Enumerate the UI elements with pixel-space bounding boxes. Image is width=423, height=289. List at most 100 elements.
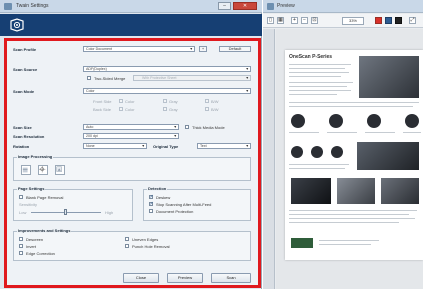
back-color-label: Color xyxy=(125,107,135,112)
front-color-label: Color xyxy=(125,99,135,104)
fit-page-icon[interactable]: ⊡ xyxy=(311,17,318,24)
front-side-label: Front Side xyxy=(93,99,112,104)
original-type-select[interactable]: Text ▼ xyxy=(197,143,251,149)
text-line xyxy=(289,168,345,169)
back-gray-checkbox[interactable] xyxy=(163,107,167,111)
preview-area: OneScan P-Series xyxy=(276,29,423,289)
text-line xyxy=(319,240,379,241)
invert-checkbox[interactable] xyxy=(19,244,23,248)
mode-value: Color xyxy=(86,89,95,93)
text-line xyxy=(289,214,409,215)
descreen-checkbox[interactable] xyxy=(19,237,23,241)
resolution-value: 200 dpi xyxy=(86,134,98,138)
thick-media-checkbox[interactable] xyxy=(185,125,189,129)
product-photo xyxy=(381,178,419,204)
back-color-checkbox[interactable] xyxy=(119,107,123,111)
thumbnail-strip[interactable] xyxy=(263,29,275,289)
text-line xyxy=(289,222,399,223)
back-gray-label: Gray xyxy=(169,107,178,112)
close-button[interactable]: Close xyxy=(123,273,159,283)
original-type-value: Text xyxy=(200,144,207,148)
zoom-level[interactable]: 33% xyxy=(342,17,364,25)
slider-high-label: High xyxy=(105,210,114,215)
preview-window: Preview ▯ ▦ + − ⊡ 33% ⤢ OneScan P-Series xyxy=(263,0,423,289)
two-sided-checkbox[interactable] xyxy=(87,76,91,80)
back-bw-checkbox[interactable] xyxy=(205,107,209,111)
add-profile-button[interactable]: + xyxy=(199,46,207,52)
settings-window: Twain Settings – ✕ Scan Profile Color Do… xyxy=(0,0,262,289)
zoom-in-icon[interactable]: + xyxy=(291,17,298,24)
zoom-out-icon[interactable]: − xyxy=(301,17,308,24)
size-select[interactable]: Auto ▼ xyxy=(83,124,179,130)
front-gray-checkbox[interactable] xyxy=(163,99,167,103)
front-gray-label: Gray xyxy=(169,99,178,104)
source-value: ADF(Duplex) xyxy=(86,67,107,71)
protective-sheet-value: With Protective Sheet xyxy=(142,76,177,80)
feature-icon xyxy=(291,114,305,128)
app-icon xyxy=(4,3,12,10)
front-bw-checkbox[interactable] xyxy=(205,99,209,103)
thumbnail-view-icon[interactable]: ▦ xyxy=(277,17,284,24)
close-window-button[interactable]: ✕ xyxy=(233,2,257,10)
edge-correction-label: Edge Correction xyxy=(26,251,55,256)
feature-icon xyxy=(331,146,343,158)
preview-document-page[interactable]: OneScan P-Series xyxy=(285,50,423,260)
blank-page-checkbox[interactable] xyxy=(19,195,23,199)
document-protection-checkbox[interactable] xyxy=(149,209,153,213)
chevron-down-icon: ▼ xyxy=(173,125,177,129)
source-select[interactable]: ADF(Duplex) ▼ xyxy=(83,66,251,72)
two-sided-label: Two-Sided Merge xyxy=(94,76,126,81)
text-line xyxy=(327,132,357,133)
rotation-select[interactable]: None ▼ xyxy=(83,143,147,149)
product-photo xyxy=(337,178,375,204)
image-filter-icon[interactable] xyxy=(55,165,65,175)
profile-select[interactable]: Color Document ▼ xyxy=(83,46,195,52)
preview-titlebar: Preview xyxy=(263,0,423,13)
deskew-checkbox[interactable] xyxy=(149,194,154,200)
settings-titlebar: Twain Settings – ✕ xyxy=(0,0,262,13)
chevron-down-icon: ▼ xyxy=(173,134,177,138)
text-line xyxy=(289,86,347,87)
uneven-edges-label: Uneven Edges xyxy=(132,237,159,242)
punch-hole-checkbox[interactable] xyxy=(125,244,129,248)
preview-window-title: Preview xyxy=(277,3,295,9)
document-title: OneScan P-Series xyxy=(289,54,333,60)
original-type-label: Original Type xyxy=(153,144,179,149)
gray-mode-icon[interactable] xyxy=(385,17,392,24)
size-label: Scan Size xyxy=(13,125,32,130)
protective-sheet-select[interactable]: With Protective Sheet ▼ xyxy=(133,75,251,81)
color-balance-icon[interactable] xyxy=(38,165,48,175)
size-value: Auto xyxy=(86,125,94,129)
banner xyxy=(0,14,262,36)
descreen-label: Descreen xyxy=(26,237,44,242)
default-button[interactable]: Default xyxy=(219,46,251,52)
minimize-button[interactable]: – xyxy=(218,2,231,10)
product-photo xyxy=(357,142,419,170)
resolution-select[interactable]: 200 dpi ▼ xyxy=(83,133,179,139)
sensitivity-slider-thumb[interactable] xyxy=(64,209,67,215)
front-color-checkbox[interactable] xyxy=(119,99,123,103)
preview-button[interactable]: Preview xyxy=(167,273,203,283)
text-line xyxy=(289,106,413,107)
chevron-down-icon: ▼ xyxy=(189,47,193,51)
feature-icon xyxy=(405,114,419,128)
scan-button[interactable]: Scan xyxy=(211,273,251,283)
bw-mode-icon[interactable] xyxy=(395,17,402,24)
stop-scanning-checkbox[interactable] xyxy=(149,201,154,207)
improvements-title: Improvements and Settings xyxy=(17,228,72,233)
text-line xyxy=(403,132,421,133)
blank-page-label: Blank Page Removal xyxy=(26,195,64,200)
fullscreen-icon[interactable]: ⤢ xyxy=(409,17,416,24)
source-label: Scan Source xyxy=(13,67,38,72)
settings-panel: Scan Profile Color Document ▼ + Default … xyxy=(4,38,261,288)
edge-correction-checkbox[interactable] xyxy=(19,251,23,255)
brand-logo xyxy=(291,238,313,248)
chevron-down-icon: ▼ xyxy=(245,89,249,93)
mode-select[interactable]: Color ▼ xyxy=(83,88,251,94)
page-view-icon[interactable]: ▯ xyxy=(267,17,274,24)
uneven-edges-checkbox[interactable] xyxy=(125,237,129,241)
color-mode-icon[interactable] xyxy=(375,17,382,24)
text-line xyxy=(289,82,353,83)
brightness-icon[interactable] xyxy=(21,165,31,175)
text-line xyxy=(289,164,349,165)
